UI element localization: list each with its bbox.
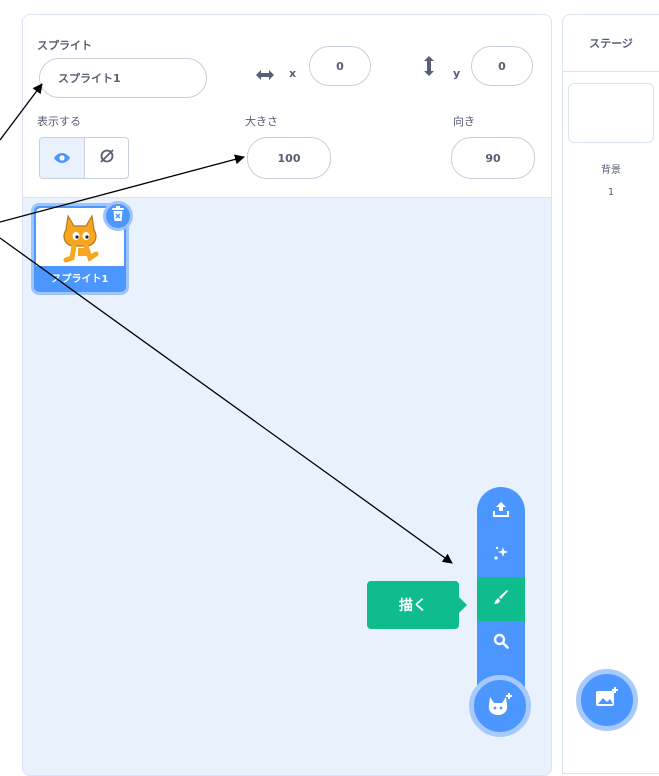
sprite-info-panel: スプライト スプライト1 x 0 y 0 表示する 大きさ 100 向き 90 <box>23 15 551 198</box>
sprite-label: スプライト <box>37 39 92 52</box>
hidden-eye-icon <box>98 147 116 169</box>
y-label: y <box>453 67 461 80</box>
choose-backdrop-button[interactable] <box>576 669 638 731</box>
cat-add-icon <box>486 691 514 721</box>
upload-sprite-button[interactable] <box>477 489 525 533</box>
backdrops-label: 背景 <box>601 165 621 176</box>
sprite-menu <box>477 487 525 697</box>
stage-divider <box>563 71 659 72</box>
hide-button[interactable] <box>84 138 128 178</box>
paintbrush-icon <box>492 588 510 610</box>
surprise-icon <box>492 544 510 566</box>
delete-sprite-button[interactable] <box>103 201 133 231</box>
backdrops-count: 1 <box>607 187 615 198</box>
visibility-toggle <box>39 137 129 179</box>
stage-title: ステージ <box>589 37 633 50</box>
y-position-icon <box>423 55 435 81</box>
show-button[interactable] <box>40 138 84 178</box>
sprite-name-input[interactable]: スプライト1 <box>39 58 207 98</box>
trash-icon <box>111 206 125 226</box>
search-icon <box>493 633 509 653</box>
paint-sprite-button[interactable] <box>477 577 525 621</box>
show-label: 表示する <box>37 115 81 128</box>
upload-icon <box>492 500 510 522</box>
surprise-sprite-button[interactable] <box>477 533 525 577</box>
sprite-pane: スプライト スプライト1 x 0 y 0 表示する 大きさ 100 向き 90 … <box>22 14 552 776</box>
stage-pane: ステージ 背景 1 <box>562 14 659 774</box>
y-input[interactable]: 0 <box>471 46 533 86</box>
stage-thumbnail[interactable] <box>568 83 654 143</box>
size-label: 大きさ <box>245 115 278 128</box>
image-add-icon <box>594 686 620 714</box>
choose-sprite-button[interactable] <box>469 675 531 737</box>
x-position-icon <box>255 67 275 86</box>
cat-sprite-icon <box>63 214 99 263</box>
tooltip-arrow <box>459 597 467 613</box>
x-input[interactable]: 0 <box>309 46 371 86</box>
direction-label: 向き <box>453 115 475 128</box>
size-input[interactable]: 100 <box>247 137 331 179</box>
search-sprite-button[interactable] <box>477 621 525 665</box>
eye-icon <box>53 149 71 168</box>
paint-tooltip: 描く <box>367 581 459 629</box>
x-label: x <box>289 67 297 80</box>
sprite-tile-label: スプライト1 <box>51 274 109 285</box>
direction-input[interactable]: 90 <box>451 137 535 179</box>
